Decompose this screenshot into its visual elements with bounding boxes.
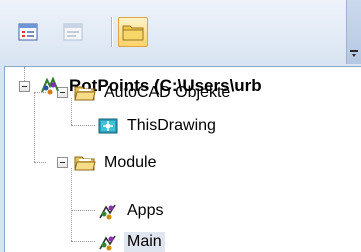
tree-connector xyxy=(71,241,95,242)
object-view-icon xyxy=(18,23,38,41)
tree-connector xyxy=(71,210,95,211)
collapse-project-toggle[interactable] xyxy=(19,81,30,92)
view-object-button[interactable] xyxy=(13,17,43,47)
tree-connector xyxy=(34,92,35,162)
folder-open-icon xyxy=(74,156,96,171)
tree-item-label: Apps xyxy=(127,202,164,219)
vba-project-icon xyxy=(41,76,59,95)
tree-item-folder-objects[interactable]: AutoCAD Objekte xyxy=(74,78,233,108)
project-tree[interactable]: RotPoints (C:\Users\urb AutoCAD Objekte … xyxy=(4,66,361,252)
toggle-folders-button[interactable] xyxy=(118,17,148,47)
tree-connector xyxy=(24,67,25,81)
collapse-modules-toggle[interactable] xyxy=(57,157,68,168)
tree-item-module-apps[interactable]: Apps xyxy=(97,196,166,226)
tree-item-label: Module xyxy=(104,154,157,171)
folder-icon xyxy=(122,25,144,41)
toolbar-overflow-chevron[interactable] xyxy=(346,0,361,64)
tree-connector xyxy=(71,168,72,241)
tree-connector xyxy=(71,98,72,125)
folder-open-icon xyxy=(74,86,96,101)
module-icon xyxy=(99,235,116,251)
tree-item-label: Main xyxy=(124,232,165,252)
tree-connector xyxy=(71,125,95,126)
toolbar-separator xyxy=(111,17,112,47)
tree-item-folder-modules[interactable]: Module xyxy=(74,148,159,178)
tree-item-label: AutoCAD Objekte xyxy=(104,84,231,101)
code-view-icon xyxy=(63,23,83,41)
toolbar xyxy=(0,0,361,64)
view-code-button[interactable] xyxy=(58,17,88,47)
tree-item-module-main[interactable]: Main xyxy=(97,227,165,252)
tree-connector xyxy=(34,162,46,163)
tree-item-label: ThisDrawing xyxy=(127,117,216,134)
drawing-object-icon xyxy=(98,118,118,134)
module-icon xyxy=(99,204,116,220)
chevron-down-icon xyxy=(350,50,358,57)
tree-item-thisdrawing[interactable]: ThisDrawing xyxy=(97,111,219,141)
